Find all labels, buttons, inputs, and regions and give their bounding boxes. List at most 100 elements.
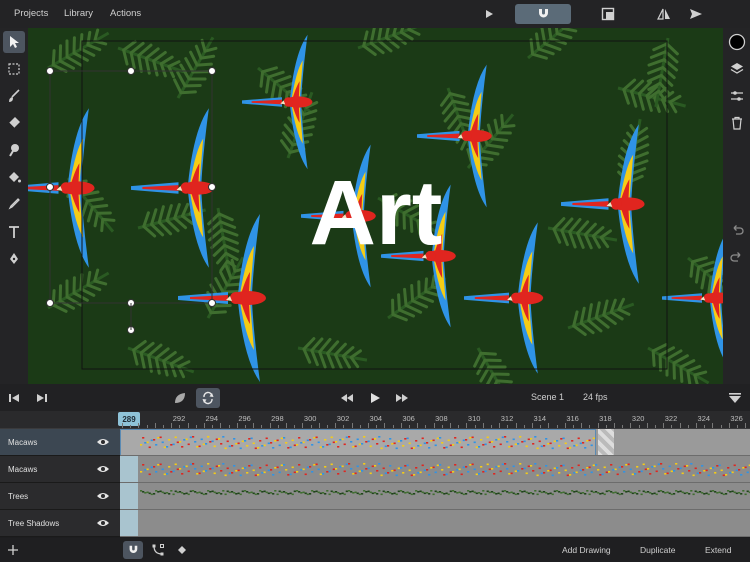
visibility-eye-icon[interactable] (96, 464, 110, 474)
ruler-tick (679, 423, 681, 428)
left-toolbar (0, 28, 28, 384)
transport-bar: Scene 1 24 fps (0, 384, 750, 411)
extend-button[interactable]: Extend (705, 545, 731, 555)
eraser-icon (8, 117, 20, 129)
flip-horizontal-button[interactable] (654, 4, 674, 24)
marquee-tool[interactable] (3, 58, 25, 80)
play-button[interactable] (366, 388, 384, 408)
add-drawing-button[interactable]: Add Drawing (562, 545, 611, 555)
visibility-eye-icon[interactable] (96, 491, 110, 501)
ruler-tick (245, 425, 246, 428)
layer-row[interactable]: Macaws (0, 429, 750, 456)
frame-number-label: 316 (566, 414, 579, 423)
extend-cell[interactable] (598, 429, 614, 455)
color-swatch-button[interactable] (726, 31, 748, 53)
magnet-icon (129, 545, 138, 553)
layer-track[interactable] (120, 483, 750, 510)
visibility-eye-icon[interactable] (96, 437, 110, 447)
ruler-tick (335, 423, 337, 428)
rewind-button[interactable] (338, 388, 356, 408)
layers-button[interactable] (726, 58, 748, 80)
ruler-tick (286, 423, 287, 428)
ruler-tick (212, 425, 214, 428)
send-share-button[interactable] (686, 4, 706, 24)
ruler-tick (146, 425, 148, 428)
top-toolbar: Projects Library Actions (0, 0, 750, 28)
text-tool[interactable] (3, 221, 25, 243)
layer-track[interactable] (120, 429, 750, 456)
visibility-eye-icon[interactable] (96, 518, 110, 528)
layer-row[interactable]: Macaws (0, 456, 750, 483)
layer-track[interactable] (120, 456, 750, 483)
layer-row[interactable]: Trees (0, 483, 750, 510)
add-layer-button[interactable] (6, 541, 20, 559)
ruler-tick (523, 425, 525, 428)
magnet-icon (539, 9, 548, 18)
brush-tool[interactable] (3, 85, 25, 107)
play-icon (486, 10, 493, 18)
layer-header-trees[interactable]: Trees (0, 483, 120, 510)
undo-icon (733, 225, 744, 235)
redo-button[interactable] (726, 245, 748, 267)
ruler-tick (491, 425, 492, 428)
adjust-button[interactable] (726, 85, 748, 107)
fps-label[interactable]: 24 fps (583, 392, 608, 402)
pen-icon (10, 253, 18, 264)
ruler-tick (696, 423, 697, 428)
undo-button[interactable] (726, 218, 748, 240)
delete-button[interactable] (726, 112, 748, 134)
menu-library[interactable]: Library (64, 8, 93, 19)
ruler-tick (499, 423, 501, 428)
onion-layers-button[interactable] (170, 388, 190, 408)
frame-number-label: 312 (500, 414, 514, 423)
fill-tool[interactable] (3, 166, 25, 188)
ruler-tick (220, 423, 222, 428)
ruler-tick (556, 425, 558, 428)
eyedropper-icon (8, 198, 20, 210)
layer-row[interactable]: Tree Shadows (0, 510, 750, 537)
brush-icon (9, 89, 20, 102)
layer-header-macaws[interactable]: Macaws (0, 456, 120, 483)
next-frame-button[interactable] (33, 388, 51, 408)
onion-skin-button[interactable] (515, 4, 571, 24)
select-tool[interactable] (3, 31, 25, 53)
canvas-frame-button[interactable] (598, 4, 618, 24)
duplicate-button[interactable]: Duplicate (640, 545, 675, 555)
frame-number-label: 314 (533, 414, 547, 423)
layer-header-macaws-selected[interactable]: Macaws (0, 429, 120, 456)
ruler-tick (138, 423, 140, 428)
menu-actions[interactable]: Actions (110, 8, 141, 19)
keyframe-button[interactable] (175, 541, 189, 559)
ruler-tick (384, 423, 386, 428)
ruler-tick (187, 423, 189, 428)
layer-track[interactable] (120, 510, 750, 537)
leaf-icon (175, 393, 185, 403)
onion-skin-toggle[interactable] (123, 541, 143, 559)
ruler-tick (441, 425, 443, 428)
previous-frame-button[interactable] (5, 388, 23, 408)
ruler-tick (359, 425, 361, 428)
ruler-tick (195, 425, 197, 428)
drawing-cell[interactable] (120, 510, 138, 536)
ruler-tick (474, 425, 476, 428)
scene-label[interactable]: Scene 1 (531, 392, 564, 402)
loop-button[interactable] (196, 388, 220, 408)
ruler-tick (204, 423, 205, 428)
ruler-tick (614, 423, 615, 428)
menu-projects[interactable]: Projects (14, 8, 48, 19)
eyedropper-tool[interactable] (3, 193, 25, 215)
bottom-toolbar: Add Drawing Duplicate Extend (0, 538, 750, 562)
smudge-tool[interactable] (3, 139, 25, 161)
pen-tool[interactable] (3, 248, 25, 270)
eraser-tool[interactable] (3, 112, 25, 134)
play-preview-button[interactable] (480, 4, 498, 24)
timeline-ruler[interactable]: 289 292 294 296 298 300 302 304 306 308 310 312 314… (0, 411, 750, 429)
drawing-canvas[interactable]: Art (28, 28, 723, 384)
timeline-toggle-button[interactable] (726, 388, 744, 408)
motion-path-button[interactable] (149, 541, 167, 559)
layer-header-tree-shadows[interactable]: Tree Shadows (0, 510, 120, 537)
fill-bucket-icon (9, 172, 21, 183)
frame-number-label: 304 (369, 414, 383, 423)
ruler-tick (400, 423, 402, 428)
fast-forward-button[interactable] (393, 388, 411, 408)
